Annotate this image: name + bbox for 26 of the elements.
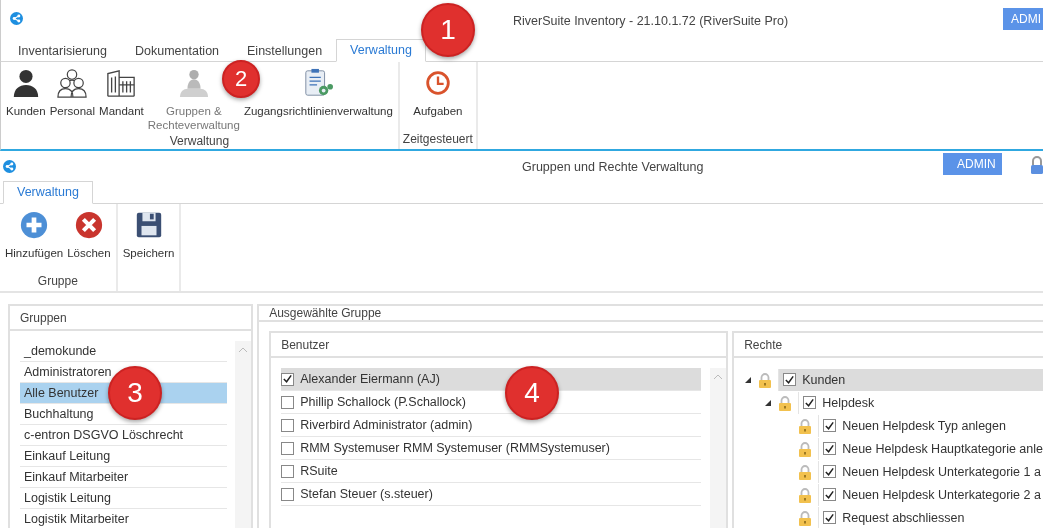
right-name: Neuen Helpdesk Unterkategorie 1 a bbox=[842, 464, 1041, 479]
right-name: Helpdesk bbox=[822, 395, 875, 410]
window-title: Gruppen und Rechte Verwaltung bbox=[522, 160, 704, 174]
window-title: RiverSuite Inventory - 21.10.1.72 (RiverSuite Pro) bbox=[513, 14, 789, 28]
user-name: RSuite bbox=[300, 464, 338, 478]
user-name: Alexander Eiermann (AJ) bbox=[300, 372, 440, 386]
right-name: Neuen Helpdesk Unterkategorie 2 a bbox=[842, 487, 1041, 502]
panel-title: Gruppen bbox=[20, 310, 67, 325]
panel-title: Ausgewählte Gruppe bbox=[269, 306, 382, 320]
group-label: Gruppe bbox=[37, 274, 78, 290]
right-name: Kunden bbox=[802, 372, 846, 387]
user-name: Phillip Schallock (P.Schallock) bbox=[300, 395, 466, 409]
group-label: Verwaltung bbox=[169, 134, 230, 150]
panel-title: Benutzer bbox=[281, 337, 330, 352]
user-name: Riverbird Administrator (admin) bbox=[300, 418, 473, 432]
step-marker-overlay: 1 bbox=[421, 3, 475, 57]
role-badge: ADMI bbox=[1003, 8, 1043, 30]
panel-title: Rechte bbox=[744, 337, 783, 352]
right-name: Neue Helpdesk Hauptkategorie anle bbox=[842, 441, 1043, 456]
right-name: Request abschliessen bbox=[842, 510, 965, 525]
user-name: RMM Systemuser RMM Systemuser (RMMSystemuser) bbox=[300, 441, 610, 455]
group-label: Zeitgesteuert bbox=[402, 132, 473, 148]
right-name: Neuen Helpdesk Typ anlegen bbox=[842, 418, 1006, 433]
user-name: Stefan Steuer (s.steuer) bbox=[300, 487, 433, 501]
step-marker-overlay: 2 bbox=[222, 60, 260, 98]
role-badge: ADMIN bbox=[943, 153, 1002, 175]
